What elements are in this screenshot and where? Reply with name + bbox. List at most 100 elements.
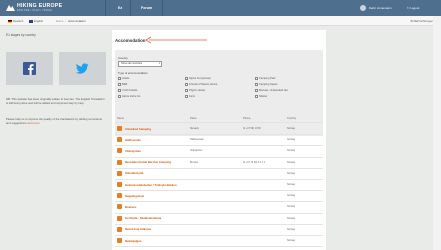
table-row[interactable]: Boaneru Norway (115, 202, 323, 212)
checkbox-friends-of-nature[interactable]: Friends of Nature House (185, 83, 217, 86)
nav-divider (162, 0, 163, 16)
breadcrumb-home[interactable]: Home (56, 19, 63, 24)
accommodation-type-label: Type of accommodation (118, 71, 148, 75)
site-logo[interactable]: HIKING EUROPE EXPLORE • PLAN • TRAVEL (6, 2, 84, 13)
table-row[interactable]: Korthytta - Skaldslandsbua Norway (115, 214, 323, 224)
checkbox-label: Youth hostels (122, 89, 138, 92)
page-scrollbar[interactable] (433, 16, 441, 250)
checkbox-alpine-hut-private[interactable]: Alpine hut (private) (185, 77, 211, 80)
stages-by-country-link[interactable]: E1 stages by country (6, 33, 106, 37)
table-row[interactable]: Holmvassdalsbeiten / Tindnyla Bekken Norw… (115, 180, 323, 190)
table-row[interactable]: Nekanjalgna Norway (115, 236, 323, 246)
twitter-share-button[interactable] (59, 52, 106, 85)
row-place: Skready (190, 127, 199, 130)
column-header-phone[interactable]: Phone (243, 117, 251, 120)
hut-marker-icon (117, 170, 122, 176)
table-row[interactable]: Kapplingskoie Norway (115, 191, 323, 201)
row-place: Virkesjotten (190, 149, 203, 153)
checkbox-label: Camping Park (259, 77, 276, 80)
mountain-logo-icon (6, 5, 15, 11)
checkbox-label: Shelter (259, 95, 268, 98)
forum-link[interactable]: via Forum (27, 121, 39, 125)
row-name-link[interactable]: Kapplingskoie (125, 194, 144, 198)
checkbox-icon (118, 77, 121, 80)
checkbox-icon (185, 83, 188, 86)
logo-subtitle: EXPLORE • PLAN • TRAVEL (17, 9, 53, 12)
country-select-value: Show all countries (121, 62, 143, 65)
row-name-link[interactable]: Halthuvolen (125, 138, 141, 142)
checkbox-camping-space[interactable]: Camping Space (255, 83, 277, 86)
checkbox-label: Camping Space (259, 83, 278, 86)
column-header-name[interactable]: Name (117, 117, 124, 120)
table-row[interactable]: Alstadrud Camping Skready (0 +47 59) 10 80… (115, 124, 323, 134)
hut-marker-icon (117, 226, 122, 232)
row-country: Norway (287, 127, 296, 130)
share-buttons (6, 52, 106, 85)
hut-marker-icon (117, 182, 122, 187)
language-label: Deutsch (13, 19, 24, 23)
avatar (360, 5, 366, 12)
table-row[interactable]: Giksdalshytta Norway (115, 169, 323, 179)
checkbox-camping-park[interactable]: Camping Park (255, 77, 275, 80)
uk-flag-icon (29, 19, 33, 23)
row-country: Norway (287, 227, 296, 231)
row-country: Norway (287, 183, 296, 186)
sub-navigation-bar: Deutsch English Home › Accomodation ⚙ Me… (0, 16, 441, 26)
row-name-link[interactable]: Alstadrud Camping (125, 127, 151, 131)
german-flag-icon (8, 19, 12, 23)
checkbox-icon (118, 95, 121, 98)
user-menu[interactable]: Karin Linnemann (360, 4, 392, 12)
sidebar: E1 stages by country NB: This website ha… (6, 33, 106, 125)
hut-marker-icon (117, 159, 122, 165)
checkbox-icon (118, 89, 121, 92)
row-name-link[interactable]: Virkesjotten (125, 149, 141, 153)
checkbox-alpine-clubs-hut[interactable]: Alpine clubs hut (118, 95, 140, 98)
row-place: Bersten (190, 160, 199, 164)
language-label: English (34, 19, 44, 23)
table-row[interactable]: Bersdalen Hotell Bersten Camping Bersten (… (115, 158, 323, 168)
logout-link[interactable]: ⎋ Logout (407, 4, 419, 12)
row-name-link[interactable]: Boaneru (125, 205, 136, 209)
language-deutsch[interactable]: Deutsch (8, 19, 23, 24)
checkbox-pilgrim-hostel[interactable]: Pilgrim Hostel (185, 89, 205, 92)
nav-divider (130, 0, 131, 16)
table-row[interactable]: Halthuvolen Haltheuvolen Norway (115, 135, 323, 145)
table-row[interactable]: Ravna bua Jelkoisa Norway (115, 225, 323, 235)
row-country: Norway (287, 194, 296, 198)
chevron-down-icon: ▾ (158, 62, 160, 65)
checkbox-bivouac[interactable]: Bivouac, Unattended Hut (255, 89, 288, 92)
hut-marker-icon (117, 238, 122, 243)
row-country: Norway (287, 171, 296, 175)
row-name-link[interactable]: Holmvassdalsbeiten / Tindnyla Bekken (125, 183, 177, 187)
row-name-link[interactable]: Korthytta - Skaldslandsbua (125, 216, 161, 220)
nav-link-ez[interactable]: Ez (115, 4, 125, 12)
row-name-link[interactable]: Nekanjalgna (125, 239, 141, 243)
nav-link-forum[interactable]: Forum (138, 4, 155, 12)
column-header-country[interactable]: Country (287, 117, 296, 120)
checkbox-bnb[interactable]: B&B (118, 83, 127, 86)
row-name-link[interactable]: Ravna bua Jelkoisa (125, 227, 151, 231)
checkbox-hotels[interactable]: Hotels (118, 77, 129, 80)
tools-link[interactable]: ⚙ Mehrrichtungen (410, 19, 433, 24)
table-row[interactable]: Virkesjotten Virkesjotten Norway (115, 146, 323, 156)
table-divider (115, 246, 323, 248)
checkbox-farm[interactable]: Farm (185, 95, 195, 98)
language-english[interactable]: English (29, 19, 43, 24)
checkbox-shelter[interactable]: Shelter (255, 95, 267, 98)
checkbox-label: Friends of Nature House (189, 83, 218, 86)
translation-note: NB: This website has been originally wri… (6, 97, 105, 105)
facebook-share-button[interactable] (6, 52, 53, 85)
row-name-link[interactable]: Bersdalen Hotell Bersten Camping (125, 160, 171, 164)
row-country: Norway (287, 160, 296, 164)
page-title: Accomodation (115, 38, 146, 43)
country-select[interactable]: Show all countries ▾ (118, 61, 162, 67)
row-name-link[interactable]: Giksdalshytta (125, 171, 143, 175)
column-header-place[interactable]: Place (190, 117, 197, 120)
checkbox-label: Hotels (122, 77, 130, 80)
checkbox-youth-hostels[interactable]: Youth hostels (118, 89, 137, 92)
checkbox-label: Alpine hut (private) (189, 77, 211, 80)
table-divider (115, 122, 323, 123)
row-country: Norway (287, 239, 296, 242)
checkbox-icon (185, 77, 188, 80)
breadcrumb-separator: › (65, 19, 66, 23)
